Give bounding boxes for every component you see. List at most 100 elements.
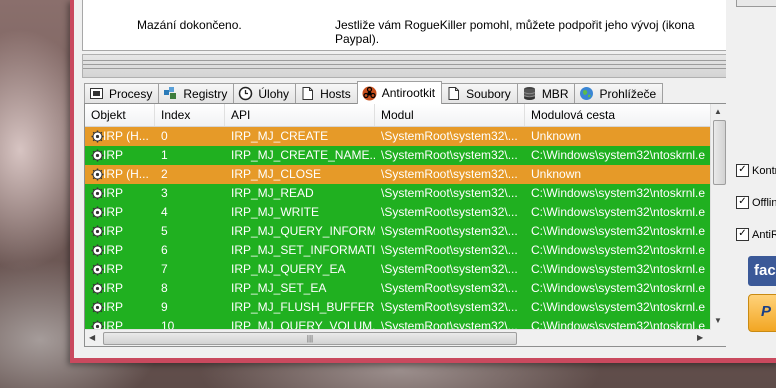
column-header[interactable]: Objekt xyxy=(85,104,155,126)
cell-index: 3 xyxy=(161,186,168,200)
cell-index: 5 xyxy=(161,224,168,238)
tab-soubory[interactable]: Soubory xyxy=(441,83,518,103)
column-header[interactable]: Modulová cesta xyxy=(525,104,711,126)
paypal-button[interactable]: P xyxy=(748,294,776,332)
scroll-up-icon[interactable]: ▲ xyxy=(714,107,722,117)
result-tabs: Procesy Registry Úlohy Hosts Antirootkit xyxy=(84,81,664,104)
top-button[interactable] xyxy=(736,0,776,7)
vertical-scrollbar[interactable]: ▲ ▼ xyxy=(710,104,727,330)
scroll-left-icon[interactable]: ◀ xyxy=(89,333,95,343)
tab-prohlizece[interactable]: Prohlížeče xyxy=(574,83,664,103)
checkbox-checked-icon[interactable]: ✓ xyxy=(736,228,749,241)
checkbox-checked-icon[interactable]: ✓ xyxy=(736,196,749,209)
cell-api: IRP_MJ_SET_EA xyxy=(231,281,327,295)
column-header[interactable]: Modul xyxy=(375,104,525,126)
antirootkit-grid: Objekt Index API Modul Modulová cesta IR… xyxy=(84,103,728,347)
scroll-down-icon[interactable]: ▼ xyxy=(714,316,722,326)
database-icon xyxy=(522,86,537,101)
tab-label: MBR xyxy=(541,86,569,101)
cell-cesta: Unknown xyxy=(531,167,582,181)
cell-api: IRP_MJ_CLOSE xyxy=(231,167,322,181)
facebook-button[interactable]: fac xyxy=(748,256,776,286)
table-row[interactable]: IRP (H... 0 IRP_MJ_CREATE \SystemRoot\syste… xyxy=(85,127,711,146)
cell-api: IRP_MJ_QUERY_EA xyxy=(231,262,346,276)
cell-cesta: C:\Windows\system32\ntoskrnl.e xyxy=(531,205,706,219)
cell-cesta: C:\Windows\system32\ntoskrnl.e xyxy=(531,186,706,200)
cell-cesta: C:\Windows\system32\ntoskrnl.e xyxy=(531,300,706,314)
tab-label: Prohlížeče xyxy=(599,86,657,101)
cell-modul: \SystemRoot\system32\... xyxy=(381,129,518,143)
option-offline[interactable]: ✓ Offline xyxy=(736,196,776,209)
cell-api: IRP_MJ_CREATE xyxy=(231,129,329,143)
scroll-right-icon[interactable]: ▶ xyxy=(697,333,703,343)
cell-modul: \SystemRoot\system32\... xyxy=(381,281,518,295)
cell-objekt: IRP xyxy=(103,243,124,257)
option-label: Kontr xyxy=(752,164,776,177)
table-row[interactable]: IRP 6 IRP_MJ_SET_INFORMATI... \SystemRoot\s… xyxy=(85,241,711,260)
cell-cesta: C:\Windows\system32\ntoskrnl.e xyxy=(531,243,706,257)
cell-objekt: IRP (H... xyxy=(103,167,149,181)
grid-header: Objekt Index API Modul Modulová cesta xyxy=(85,104,711,127)
option-label: Offline xyxy=(752,196,776,209)
tab-antirootkit[interactable]: Antirootkit xyxy=(356,81,443,104)
cell-index: 8 xyxy=(161,281,168,295)
globe-icon xyxy=(579,86,594,101)
tab-label: Soubory xyxy=(466,86,511,101)
cell-index: 7 xyxy=(161,262,168,276)
status-panel: Mazání dokončeno. Jestliže vám RogueKill… xyxy=(82,0,732,51)
table-row[interactable]: IRP 4 IRP_MJ_WRITE \SystemRoot\system32\...… xyxy=(85,203,711,222)
cell-index: 9 xyxy=(161,300,168,314)
panel-splitter[interactable] xyxy=(82,54,734,78)
registry-icon xyxy=(163,86,178,101)
cell-cesta: C:\Windows\system32\ntoskrnl.e xyxy=(531,224,706,238)
cell-objekt: IRP xyxy=(103,224,124,238)
tab-label: Hosts xyxy=(320,86,351,101)
cell-index: 4 xyxy=(161,205,168,219)
table-row[interactable]: IRP 1 IRP_MJ_CREATE_NAME... \SystemRoot\sys… xyxy=(85,146,711,165)
option-antir[interactable]: ✓ AntiR xyxy=(736,228,776,241)
tab-ulohy[interactable]: Úlohy xyxy=(233,83,297,103)
cell-cesta: C:\Windows\system32\ntoskrnl.e xyxy=(531,262,706,276)
tab-label: Registry xyxy=(183,86,228,101)
column-header[interactable]: Index xyxy=(155,104,225,126)
grid-rows: IRP (H... 0 IRP_MJ_CREATE \SystemRoot\syste… xyxy=(85,127,711,332)
cell-cesta: Unknown xyxy=(531,129,582,143)
table-row[interactable]: IRP 8 IRP_MJ_SET_EA \SystemRoot\system32\..… xyxy=(85,279,711,298)
cell-modul: \SystemRoot\system32\... xyxy=(381,224,518,238)
cell-index: 0 xyxy=(161,129,168,143)
support-message: Jestliže vám RogueKiller pomohl, můžete … xyxy=(335,18,695,46)
tab-procesy[interactable]: Procesy xyxy=(84,83,160,103)
scroll-thumb[interactable] xyxy=(713,120,726,185)
table-row[interactable]: IRP 7 IRP_MJ_QUERY_EA \SystemRoot\system32\… xyxy=(85,260,711,279)
document-icon xyxy=(300,86,315,101)
cell-index: 2 xyxy=(161,167,168,181)
tab-label: Úlohy xyxy=(258,86,290,101)
cell-modul: \SystemRoot\system32\... xyxy=(381,262,518,276)
tab-label: Antirootkit xyxy=(381,86,436,100)
right-option-panel: ✓ Kontr ✓ Offline ✓ AntiR fac P xyxy=(726,0,776,358)
tab-mbr[interactable]: MBR xyxy=(516,83,576,103)
table-row[interactable]: IRP 3 IRP_MJ_READ \SystemRoot\system32\... C… xyxy=(85,184,711,203)
roguekiller-window: Mazání dokončeno. Jestliže vám RogueKill… xyxy=(70,0,776,363)
cell-modul: \SystemRoot\system32\... xyxy=(381,243,518,257)
biohazard-icon xyxy=(362,86,377,101)
horizontal-scrollbar[interactable]: ◀ ||| ▶ xyxy=(85,329,711,346)
cell-cesta: C:\Windows\system32\ntoskrnl.e xyxy=(531,281,706,295)
option-kontr[interactable]: ✓ Kontr xyxy=(736,164,776,177)
cell-index: 6 xyxy=(161,243,168,257)
scroll-corner xyxy=(711,330,727,346)
table-row[interactable]: IRP (H... 2 IRP_MJ_CLOSE \SystemRoot\system… xyxy=(85,165,711,184)
table-row[interactable]: IRP 9 IRP_MJ_FLUSH_BUFFERS \SystemRoot\syst… xyxy=(85,298,711,317)
tab-registry[interactable]: Registry xyxy=(158,83,235,103)
cell-api: IRP_MJ_QUERY_INFORM... xyxy=(231,224,375,238)
cell-api: IRP_MJ_CREATE_NAME... xyxy=(231,148,375,162)
cell-api: IRP_MJ_SET_INFORMATI... xyxy=(231,243,375,257)
tab-hosts[interactable]: Hosts xyxy=(295,83,358,103)
column-header[interactable]: API xyxy=(225,104,375,126)
cell-objekt: IRP xyxy=(103,262,124,276)
cell-index: 1 xyxy=(161,148,168,162)
table-row[interactable]: IRP 5 IRP_MJ_QUERY_INFORM... \SystemRoot\sy… xyxy=(85,222,711,241)
checkbox-checked-icon[interactable]: ✓ xyxy=(736,164,749,177)
hscroll-thumb[interactable]: ||| xyxy=(103,332,517,345)
cell-modul: \SystemRoot\system32\... xyxy=(381,300,518,314)
